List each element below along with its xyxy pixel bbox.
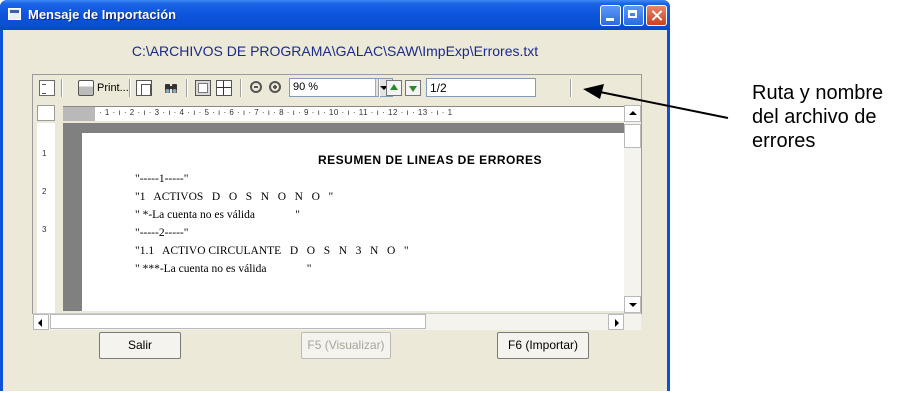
annotation-arrow xyxy=(583,84,729,119)
annotation-line: errores xyxy=(752,130,816,152)
annotation-line: del archivo de xyxy=(752,106,877,128)
annotation-line: Ruta y nombre xyxy=(752,82,884,104)
annotation-text: Ruta y nombre del archivo de errores xyxy=(752,81,883,153)
